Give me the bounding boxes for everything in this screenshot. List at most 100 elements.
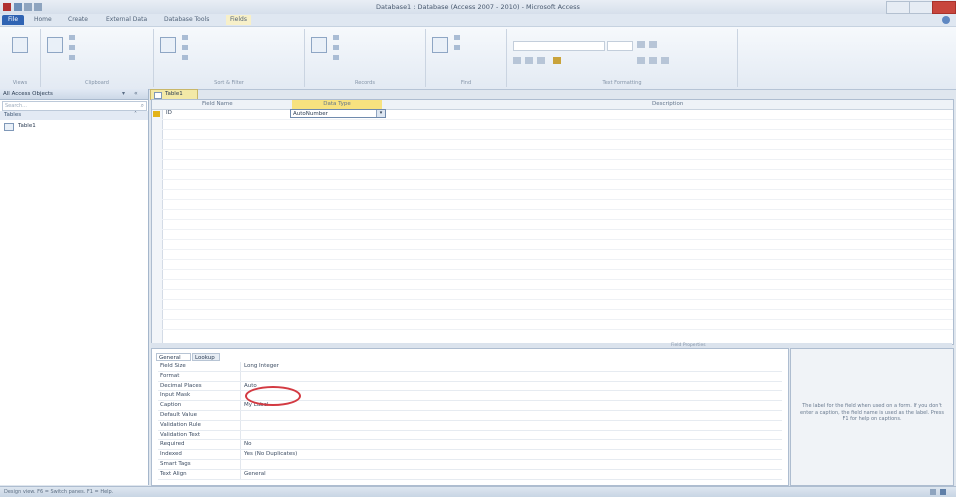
nav-item-table1[interactable]: Table1 — [4, 122, 64, 131]
property-row[interactable]: Validation Rule — [158, 420, 782, 431]
minimize-button[interactable] — [886, 1, 910, 14]
ribbon-group-views: Views — [0, 29, 41, 87]
align-center-icon[interactable] — [649, 57, 657, 64]
ascending-button[interactable] — [182, 35, 190, 41]
property-row[interactable]: Default Value — [158, 410, 782, 421]
property-name: Caption — [160, 402, 182, 409]
new-record-button[interactable] — [333, 35, 341, 41]
descending-button[interactable] — [182, 45, 190, 51]
replace-button[interactable] — [454, 35, 462, 41]
field-name-cell[interactable]: ID — [166, 110, 172, 116]
view-switcher[interactable] — [930, 489, 950, 495]
property-divider — [240, 410, 241, 420]
remove-sort-button[interactable] — [182, 55, 190, 61]
binoculars-icon[interactable] — [432, 37, 448, 53]
refresh-icon[interactable] — [311, 37, 327, 53]
undo-icon[interactable] — [24, 3, 32, 11]
property-row[interactable]: Validation Text — [158, 430, 782, 441]
design-view-icon[interactable] — [940, 489, 946, 495]
property-row[interactable]: Required No — [158, 440, 782, 451]
property-row[interactable]: Text Align General — [158, 469, 782, 480]
datasheet-view-icon[interactable] — [930, 489, 936, 495]
nav-search-placeholder: Search... — [5, 103, 27, 109]
property-name: Required — [160, 441, 185, 448]
italic-icon[interactable] — [525, 57, 533, 64]
grid-row-divider — [162, 159, 953, 160]
property-divider — [240, 459, 241, 469]
tab-design[interactable]: Fields — [226, 15, 251, 25]
chevron-up-icon[interactable]: ˄ — [134, 111, 137, 118]
property-divider — [240, 391, 241, 401]
bullets-icon[interactable] — [637, 41, 645, 48]
filter-icon[interactable] — [160, 37, 176, 53]
nav-pane-header[interactable]: All Access Objects ▾ « — [0, 89, 148, 100]
close-button[interactable] — [932, 1, 956, 14]
view-icon[interactable] — [12, 37, 28, 53]
font-name-field[interactable] — [513, 41, 605, 51]
paste-icon[interactable] — [47, 37, 63, 53]
maximize-button[interactable] — [909, 1, 933, 14]
grid-row-divider — [162, 329, 953, 330]
property-divider — [240, 450, 241, 459]
tab-external-data[interactable]: External Data — [102, 15, 151, 25]
property-row[interactable]: Field Size Long Integer — [158, 362, 782, 372]
nav-group-tables[interactable]: Tables ˄ — [0, 111, 148, 120]
tab-lookup[interactable]: Lookup — [192, 353, 220, 361]
search-icon[interactable]: ⌕ — [141, 102, 144, 110]
nav-search-input[interactable]: Search... ⌕ — [2, 101, 147, 111]
redo-icon[interactable] — [34, 3, 42, 11]
property-row[interactable]: Indexed Yes (No Duplicates) — [158, 450, 782, 460]
data-type-select[interactable]: AutoNumber ▾ — [290, 109, 386, 118]
font-size-field[interactable] — [607, 41, 633, 51]
goto-button[interactable] — [454, 45, 462, 51]
property-list: Field Size Long Integer Format Decimal Plac… — [158, 362, 782, 480]
tab-create[interactable]: Create — [64, 15, 92, 25]
delete-record-button[interactable] — [333, 55, 341, 61]
copy-button[interactable] — [69, 45, 77, 51]
underline-icon[interactable] — [537, 57, 545, 64]
save-icon[interactable] — [14, 3, 22, 11]
align-right-icon[interactable] — [661, 57, 669, 64]
property-divider — [240, 381, 241, 391]
tab-home[interactable]: Home — [30, 15, 56, 25]
property-value[interactable]: Yes (No Duplicates) — [244, 451, 297, 457]
help-icon[interactable] — [942, 16, 950, 24]
align-left-icon[interactable] — [637, 57, 645, 64]
property-row[interactable]: Format — [158, 371, 782, 382]
column-header-field-name[interactable]: Field Name — [202, 101, 233, 107]
grid-row-divider — [162, 139, 953, 140]
property-name: Indexed — [160, 451, 182, 458]
column-header-data-type[interactable]: Data Type — [292, 100, 382, 109]
chevron-down-icon[interactable]: ▾ — [122, 90, 125, 97]
cut-button[interactable] — [69, 35, 77, 41]
bold-icon[interactable] — [513, 57, 521, 64]
property-value[interactable]: No — [244, 441, 251, 447]
property-value[interactable]: Long Integer — [244, 363, 279, 369]
tab-general[interactable]: General — [156, 353, 191, 361]
dropdown-arrow-icon[interactable]: ▾ — [376, 110, 385, 117]
field-properties-pane: General Lookup Field Size Long Integer For… — [151, 348, 789, 486]
ribbon: Views Clipboard Sort & Filter Records Fi… — [0, 26, 956, 90]
font-color-icon[interactable] — [553, 57, 561, 64]
tab-database-tools[interactable]: Database Tools — [160, 15, 213, 25]
grid-row-divider — [162, 179, 953, 180]
property-help-pane: The label for the field when used on a f… — [790, 348, 954, 486]
property-name: Format — [160, 372, 180, 379]
property-value[interactable]: General — [244, 471, 266, 477]
property-row[interactable]: Smart Tags — [158, 459, 782, 470]
property-name: Decimal Places — [160, 382, 202, 389]
document-tab-label: Table1 — [165, 91, 183, 97]
collapse-pane-icon[interactable]: « — [134, 90, 138, 97]
column-header-description[interactable]: Description — [652, 101, 683, 107]
navigation-pane: All Access Objects ▾ « Search... ⌕ Table… — [0, 89, 149, 485]
goto-icon — [454, 45, 460, 50]
save-record-button[interactable] — [333, 45, 341, 51]
tab-file[interactable]: File — [2, 15, 24, 25]
format-painter-button[interactable] — [69, 55, 77, 61]
format-painter-icon — [69, 55, 75, 60]
property-name: Text Align — [160, 470, 187, 477]
numbering-icon[interactable] — [649, 41, 657, 48]
find-group-label: Find — [460, 80, 472, 86]
grid-row-divider — [162, 199, 953, 200]
grid-header: Field Name Data Type Description — [152, 100, 953, 110]
